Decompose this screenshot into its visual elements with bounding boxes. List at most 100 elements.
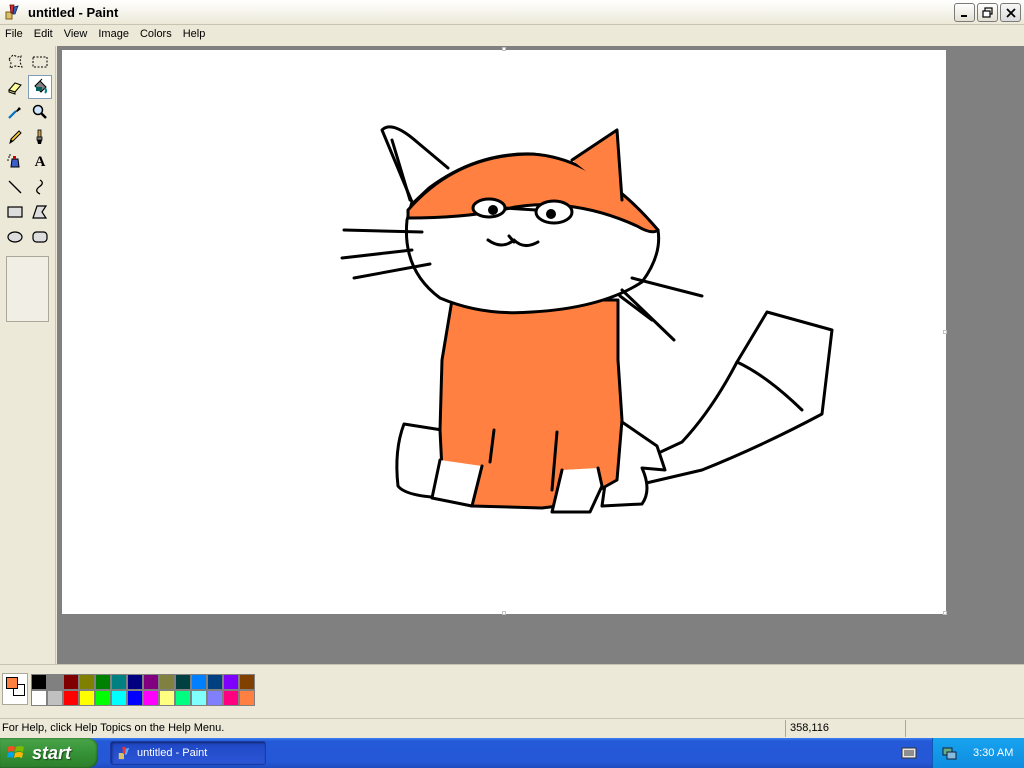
cat-right-front-paw xyxy=(550,466,604,514)
color-swatch[interactable] xyxy=(223,690,239,706)
polygon-tool[interactable] xyxy=(28,200,52,224)
color-swatch[interactable] xyxy=(191,674,207,690)
curve-tool[interactable] xyxy=(28,175,52,199)
foreground-color[interactable] xyxy=(6,677,18,689)
rounded-rectangle-tool[interactable] xyxy=(28,225,52,249)
restore-button[interactable] xyxy=(977,3,998,22)
brush-tool[interactable] xyxy=(28,125,52,149)
brush-icon xyxy=(36,129,43,144)
cat-left-front-paw xyxy=(430,458,484,508)
color-swatch[interactable] xyxy=(207,674,223,690)
paint-task-icon xyxy=(118,746,130,760)
windows-logo-icon xyxy=(7,746,24,758)
magnifier-tool[interactable] xyxy=(28,100,52,124)
network-tray-icon[interactable] xyxy=(941,745,959,761)
current-colors-box[interactable] xyxy=(2,673,28,705)
taskbar: start untitled - Paint 3:30 AM xyxy=(0,738,1024,768)
color-swatch[interactable] xyxy=(239,690,255,706)
menu-help[interactable]: Help xyxy=(178,25,212,44)
color-swatch[interactable] xyxy=(111,674,127,690)
line-tool[interactable] xyxy=(3,175,27,199)
color-swatch[interactable] xyxy=(127,690,143,706)
color-swatch[interactable] xyxy=(175,674,191,690)
color-swatches xyxy=(31,674,255,706)
color-swatch[interactable] xyxy=(175,690,191,706)
rounded-rectangle-icon xyxy=(32,231,48,243)
resize-handle-corner[interactable] xyxy=(943,611,947,615)
line-icon xyxy=(8,180,22,194)
pencil-tool[interactable] xyxy=(3,125,27,149)
restore-icon xyxy=(982,7,993,18)
color-swatch[interactable] xyxy=(159,690,175,706)
status-help-text: For Help, click Help Topics on the Help … xyxy=(2,722,225,734)
ellipse-icon xyxy=(7,231,23,243)
ellipse-tool[interactable] xyxy=(3,225,27,249)
paint-app-icon[interactable] xyxy=(4,4,20,20)
pick-color-icon xyxy=(8,107,21,119)
minimize-button[interactable] xyxy=(954,3,975,22)
menu-edit[interactable]: Edit xyxy=(29,25,59,44)
select-tool[interactable] xyxy=(28,50,52,74)
menu-bar: File Edit View Image Colors Help xyxy=(0,25,1024,44)
menu-image[interactable]: Image xyxy=(93,25,135,44)
resize-handle-bottom[interactable] xyxy=(502,611,506,615)
resize-handle-top[interactable] xyxy=(502,47,506,51)
color-swatch[interactable] xyxy=(143,690,159,706)
status-coordinates: 358,116 xyxy=(785,720,905,737)
airbrush-icon xyxy=(7,154,20,168)
color-swatch[interactable] xyxy=(95,690,111,706)
magnifier-icon xyxy=(32,104,47,119)
eraser-tool[interactable] xyxy=(3,75,27,99)
text-tool[interactable]: A xyxy=(28,150,52,174)
menu-colors[interactable]: Colors xyxy=(135,25,178,44)
system-clock[interactable]: 3:30 AM xyxy=(973,747,1013,759)
window-title: untitled - Paint xyxy=(28,4,119,20)
color-swatch[interactable] xyxy=(239,674,255,690)
color-swatch[interactable] xyxy=(47,690,63,706)
color-swatch[interactable] xyxy=(47,674,63,690)
color-swatch[interactable] xyxy=(79,690,95,706)
menu-file[interactable]: File xyxy=(0,25,29,44)
fill-bucket-icon xyxy=(34,78,47,94)
free-form-select-icon xyxy=(8,54,23,69)
keyboard-tray-icon[interactable] xyxy=(898,743,920,763)
tool-options-box[interactable] xyxy=(6,256,49,322)
color-swatch[interactable] xyxy=(31,674,47,690)
color-swatch[interactable] xyxy=(95,674,111,690)
cat-left-pupil xyxy=(488,205,498,215)
color-swatch[interactable] xyxy=(143,674,159,690)
resize-handle-right[interactable] xyxy=(943,330,947,334)
pencil-icon xyxy=(9,130,22,145)
color-swatch[interactable] xyxy=(63,690,79,706)
menu-view[interactable]: View xyxy=(59,25,94,44)
cat-drawing xyxy=(340,125,834,514)
text-tool-glyph: A xyxy=(34,153,46,170)
color-swatch[interactable] xyxy=(191,690,207,706)
polygon-icon xyxy=(32,205,48,219)
cat-right-pupil xyxy=(546,209,556,219)
close-button[interactable] xyxy=(1000,3,1021,22)
pick-color-tool[interactable] xyxy=(3,100,27,124)
color-swatch[interactable] xyxy=(159,674,175,690)
airbrush-tool[interactable] xyxy=(3,150,27,174)
color-swatch[interactable] xyxy=(79,674,95,690)
title-bar[interactable]: untitled - Paint xyxy=(0,0,1024,25)
color-swatch[interactable] xyxy=(223,674,239,690)
canvas-workspace xyxy=(57,46,1024,664)
rectangle-tool[interactable] xyxy=(3,200,27,224)
start-label: start xyxy=(32,742,72,763)
paint-window: untitled - Paint File Edit View Image Co… xyxy=(0,0,1024,768)
taskbar-item-paint[interactable]: untitled - Paint xyxy=(110,741,266,765)
color-swatch[interactable] xyxy=(111,690,127,706)
color-swatch[interactable] xyxy=(31,690,47,706)
start-button[interactable]: start xyxy=(0,738,98,768)
free-form-select-tool[interactable] xyxy=(3,50,27,74)
color-swatch[interactable] xyxy=(127,674,143,690)
drawing-canvas[interactable] xyxy=(62,47,947,615)
color-swatch[interactable] xyxy=(207,690,223,706)
system-tray: 3:30 AM xyxy=(932,738,1024,768)
color-swatch[interactable] xyxy=(63,674,79,690)
toolbox: A xyxy=(0,46,56,664)
taskbar-item-label: untitled - Paint xyxy=(137,747,208,759)
fill-bucket-tool[interactable] xyxy=(28,75,52,99)
